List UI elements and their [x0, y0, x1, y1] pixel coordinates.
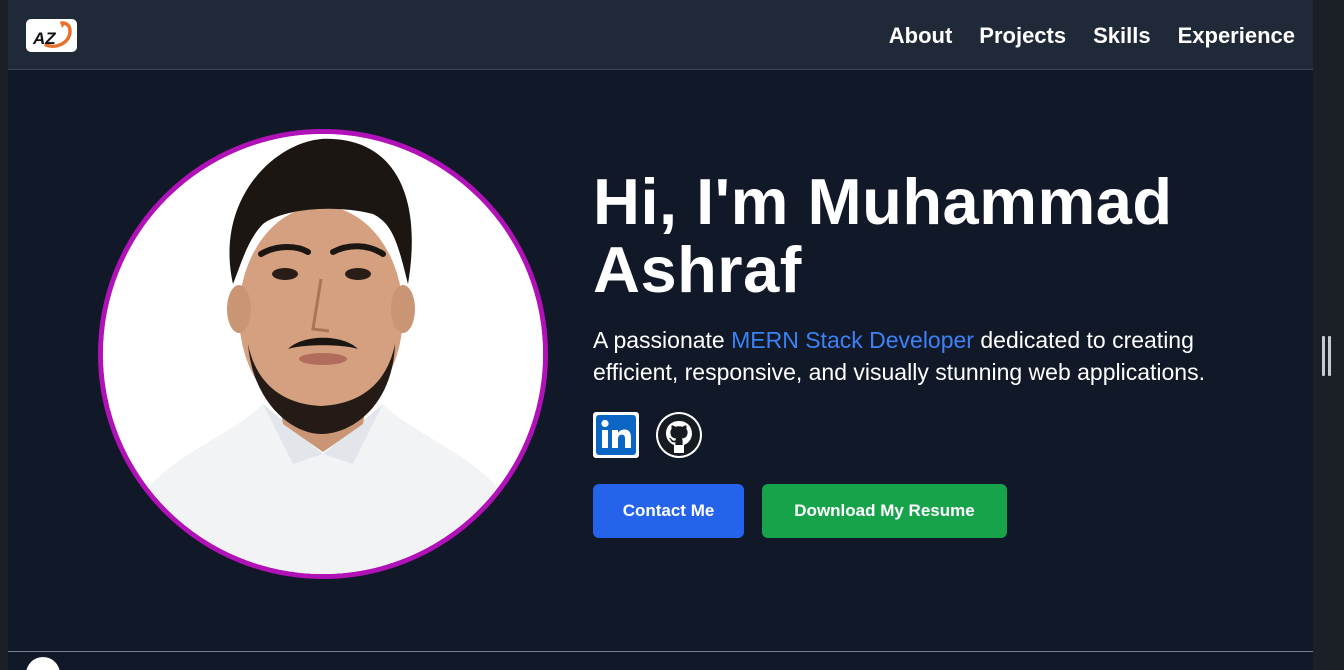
nav-link-projects[interactable]: Projects [979, 22, 1066, 50]
hero-actions: Contact Me Download My Resume [593, 484, 1293, 538]
profile-portrait-image [103, 134, 543, 574]
navbar: AZ About Projects Skills Experience [8, 0, 1313, 70]
scrollbar-grip-line [1328, 336, 1331, 376]
scrollbar-handle[interactable] [1322, 336, 1331, 376]
scrollbar-grip-line [1322, 336, 1325, 376]
github-icon [656, 412, 702, 458]
nav-links: About Projects Skills Experience [889, 22, 1295, 50]
nav-link-skills[interactable]: Skills [1093, 22, 1150, 50]
nav-link-experience[interactable]: Experience [1178, 22, 1295, 50]
portfolio-page: AZ About Projects Skills Experience Hi, … [8, 0, 1313, 670]
hero-desc-role: MERN Stack Developer [731, 327, 974, 353]
nav-link-about[interactable]: About [889, 22, 953, 50]
hero-section: Hi, I'm Muhammad Ashraf A passionate MER… [593, 168, 1293, 538]
hero-description: A passionate MERN Stack Developer dedica… [593, 324, 1233, 388]
linkedin-icon [593, 412, 639, 458]
section-divider [8, 651, 1313, 652]
profile-photo [98, 129, 548, 579]
hero-desc-intro: A passionate [593, 327, 732, 353]
linkedin-link[interactable] [593, 412, 639, 458]
contact-me-button[interactable]: Contact Me [593, 484, 744, 538]
hero-title-line1: Hi, I'm Muhammad [593, 165, 1173, 238]
hero-title-line2: Ashraf [593, 233, 802, 306]
social-links [593, 412, 1293, 458]
floating-badge[interactable] [26, 657, 60, 670]
logo[interactable]: AZ [26, 19, 77, 52]
hero-title: Hi, I'm Muhammad Ashraf [593, 168, 1293, 304]
logo-icon: AZ [32, 21, 72, 48]
svg-text:AZ: AZ [32, 29, 56, 48]
download-resume-button[interactable]: Download My Resume [762, 484, 1007, 538]
github-link[interactable] [656, 412, 702, 458]
